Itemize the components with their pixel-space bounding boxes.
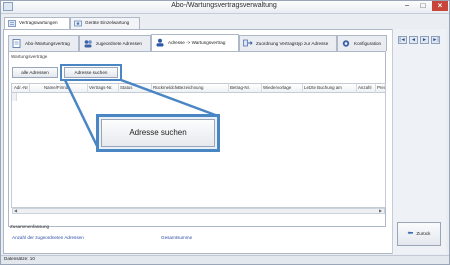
column-separator — [118, 84, 119, 93]
maximize-button[interactable]: □ — [415, 1, 431, 11]
minimize-button[interactable]: − — [399, 1, 415, 11]
scroll-left-icon[interactable]: ◀ — [12, 208, 19, 214]
tab-zugeordnete-adressen[interactable]: zugeordnete Adressen — [79, 35, 151, 51]
close-button[interactable]: × — [432, 1, 448, 11]
column-separator — [302, 84, 303, 93]
tab-label: zugeordnete Adressen — [96, 41, 142, 46]
record-count-status: Datensätze: 10 — [4, 256, 35, 261]
tab-abo-wartungsvertrag[interactable]: Abo-/Wartungsvertrag — [8, 35, 79, 51]
status-bar — [1, 255, 449, 264]
column-separator — [375, 84, 376, 93]
scroll-right-icon[interactable]: ▶ — [377, 208, 384, 214]
column-separator — [356, 84, 357, 93]
column-header-status[interactable]: Status — [120, 85, 150, 90]
tab-label: Adresse -> Wartungsvertrag — [168, 40, 226, 45]
column-header-preis[interactable]: Prei — [377, 85, 385, 90]
tab-label: Zuordnung Vertragstyp zur Adresse — [256, 41, 329, 46]
tab-label: Geräte Einzelwartung — [85, 20, 130, 25]
tab-konfiguration[interactable]: Konfiguration — [337, 35, 387, 51]
row-indicator — [12, 93, 17, 101]
column-header-wiedervorlage[interactable]: Wiedervorlage — [263, 85, 301, 90]
back-button-label: Zurück — [416, 231, 431, 236]
column-header-anzahl[interactable]: Anzahl — [358, 85, 374, 90]
total-sum-label: Gesamtsumme — [161, 235, 193, 240]
gear-icon — [342, 40, 350, 47]
column-header-name[interactable]: Name/Firma — [44, 85, 86, 90]
previous-record-button[interactable]: ◄ — [409, 36, 418, 44]
link-arrow-icon — [243, 39, 253, 47]
person-icon — [156, 38, 164, 47]
column-header-betrag-nr[interactable]: Betrag-Nr. — [230, 85, 260, 90]
tab-adresse-wartungsvertrag[interactable]: Adresse -> Wartungsvertrag — [151, 34, 239, 51]
column-header-rueckmeldung[interactable]: Rückmeldchen — [153, 85, 178, 90]
column-separator — [228, 84, 229, 93]
group-label: Wartungsverträge — [11, 54, 48, 59]
all-addresses-button[interactable]: alle Adressen — [12, 67, 58, 78]
last-record-button[interactable]: ►| — [431, 36, 440, 44]
column-separator — [151, 84, 152, 93]
next-record-button[interactable]: ► — [420, 36, 429, 44]
contract-icon — [8, 20, 16, 27]
document-icon — [12, 39, 21, 48]
column-separator — [261, 84, 262, 93]
column-header-letzte-buchung[interactable]: Letzte Buchung am — [304, 85, 356, 90]
window-title: Abo-/Wartungsvertragsverwaltung — [171, 2, 277, 9]
column-header-vertrags-nr[interactable]: Vertrags-Nr. — [89, 85, 117, 90]
summary-label: Zusammenfassung — [10, 224, 50, 229]
tab-label: Vertragswartungen — [19, 20, 58, 25]
column-header-bezeichnung[interactable]: Bezeichnung — [178, 85, 226, 90]
first-record-button[interactable]: |◄ — [398, 36, 407, 44]
back-arrow-icon: ⬅ — [407, 230, 414, 237]
device-icon — [74, 20, 82, 27]
column-separator — [87, 84, 88, 93]
callout-search-address-button: Adresse suchen — [101, 119, 215, 147]
highlight-box — [60, 64, 122, 81]
tab-label: Konfiguration — [354, 41, 382, 46]
back-button[interactable]: ⬅ Zurück — [397, 222, 441, 246]
right-panel — [392, 29, 446, 254]
horizontal-scrollbar[interactable] — [12, 208, 385, 214]
people-icon — [84, 40, 92, 48]
address-count-label: Anzahl der zugeordneten Adressen — [12, 235, 84, 240]
tab-geraete-einzelwartung[interactable]: Geräte Einzelwartung — [70, 17, 140, 29]
tab-label: Abo-/Wartungsvertrag — [25, 41, 70, 46]
column-header-adr-nr[interactable]: Adr.-Nr. — [14, 85, 28, 90]
tab-zuordnung-vertragstyp[interactable]: Zuordnung Vertragstyp zur Adresse — [239, 35, 337, 51]
column-separator — [29, 84, 30, 93]
